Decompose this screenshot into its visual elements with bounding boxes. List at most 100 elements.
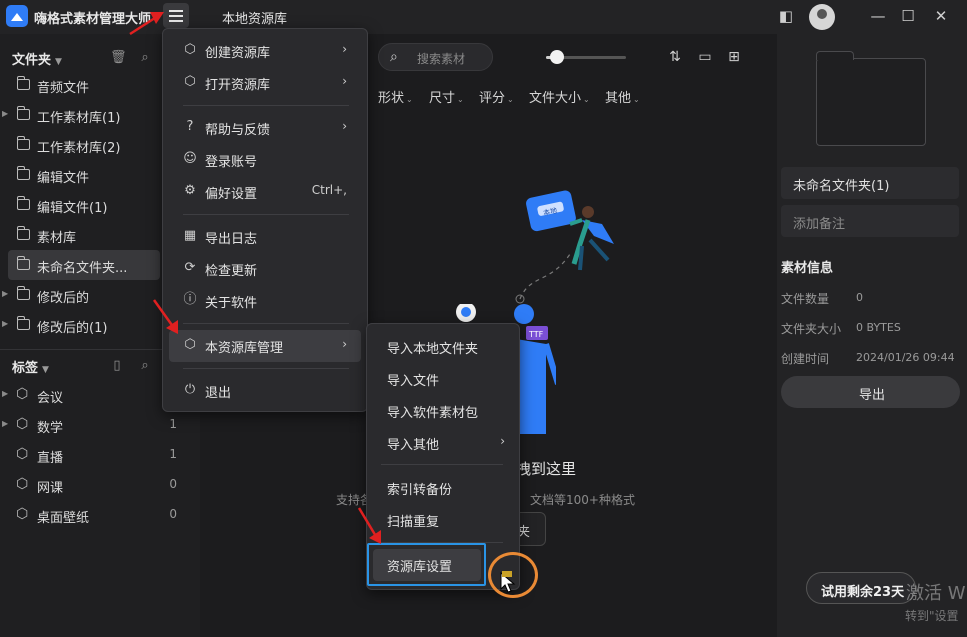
folder-name-value: 未命名文件夹(1) (793, 179, 890, 194)
tag-label: 数学 (37, 421, 64, 436)
search-icon[interactable]: ⌕ (138, 359, 152, 373)
menu-item[interactable]: ⟳ 检查更新 (169, 253, 361, 285)
chevron-right-icon: › (342, 42, 347, 56)
filter-dropdown[interactable]: 形状 ⌄ (378, 87, 413, 106)
cube-icon: ⬡ (184, 74, 196, 89)
menu-item[interactable]: ⓘ 关于软件 (169, 285, 361, 317)
tag-item[interactable]: ▶ ⬡ 数学 1 (0, 410, 185, 440)
search-icon[interactable]: ⌕ (138, 51, 152, 65)
chevron-down-icon: ⌄ (633, 95, 640, 104)
tags-header[interactable]: 标签 ▼ (12, 357, 49, 376)
tag-label: 会议 (37, 391, 64, 406)
submenu-item-label: 导入文件 (387, 374, 440, 389)
info-title: 素材信息 (781, 261, 834, 276)
grid-layout-icon[interactable]: ⊞ (725, 48, 743, 66)
cursor-marker (502, 571, 512, 577)
hamburger-line-icon (169, 20, 183, 22)
info-value: 0 (856, 291, 863, 304)
menu-item[interactable]: ▦ 导出日志 (169, 221, 361, 253)
folder-name-field[interactable]: 未命名文件夹(1) (781, 167, 959, 199)
tag-icon: ⬡ (16, 386, 29, 402)
tag-icon: ⬡ (16, 506, 29, 522)
trash-icon[interactable]: 🗑 (110, 51, 127, 65)
info-key: 文件数量 (781, 292, 830, 306)
submenu-item[interactable]: 扫描重复 (373, 504, 481, 536)
folder-icon (17, 226, 30, 240)
menu-item[interactable]: ⬡ 创建资源库 › (169, 35, 361, 67)
sort-icon[interactable]: ⇅ (666, 48, 684, 66)
annotation-highlight-box (367, 543, 486, 586)
bookmark-icon[interactable]: ▯ (110, 359, 124, 373)
submenu-item[interactable]: 索引转备份 (373, 472, 481, 504)
chevron-right-icon: › (500, 434, 505, 448)
menu-item[interactable]: ⬡ 本资源库管理 › (169, 330, 361, 362)
menu-divider (183, 368, 349, 369)
filter-label: 文件大小 (529, 91, 582, 106)
expand-arrow-icon[interactable]: ▶ (2, 319, 8, 328)
submenu-item-label: 导入本地文件夹 (387, 342, 479, 357)
tag-item[interactable]: ⬡ 网课 0 (0, 470, 185, 500)
zoom-slider-knob[interactable] (550, 50, 564, 64)
menu-item[interactable]: ☺ 登录账号 (169, 144, 361, 176)
tag-icon: ⬡ (16, 476, 29, 492)
avatar[interactable] (809, 4, 835, 30)
tag-item[interactable]: ⬡ 直播 1 (0, 440, 185, 470)
folder-label: 修改后的(1) (37, 321, 108, 336)
menu-item[interactable]: ⬡ 打开资源库 › (169, 67, 361, 99)
submenu-item[interactable]: 导入本地文件夹 (373, 331, 481, 363)
annotation-arrow-icon (129, 12, 164, 36)
folder-label: 音频文件 (37, 81, 90, 96)
submenu-item[interactable]: 导入文件 (373, 363, 481, 395)
note-placeholder: 添加备注 (793, 217, 846, 232)
expand-arrow-icon[interactable]: ▶ (2, 389, 8, 398)
info-value: 0 BYTES (856, 321, 901, 334)
search-icon: ⌕ (390, 49, 398, 65)
folder-item[interactable]: 未命名文件夹... (8, 250, 160, 280)
maximize-icon[interactable]: ☐ (897, 6, 919, 26)
export-button[interactable]: 导出 (781, 376, 960, 408)
chevron-right-icon: › (342, 74, 347, 88)
expand-arrow-icon[interactable]: ▶ (2, 109, 8, 118)
chevron-down-icon: ⌄ (583, 95, 590, 104)
info-icon: ⓘ (183, 292, 197, 307)
sidebar-toggle-icon[interactable]: ◧ (775, 6, 797, 26)
folders-header[interactable]: 文件夹 ▼ (12, 49, 62, 68)
chevron-down-icon: ⌄ (457, 95, 464, 104)
menu-item[interactable]: ⏻ 退出 (169, 375, 361, 407)
expand-arrow-icon[interactable]: ▶ (2, 289, 8, 298)
chevron-down-icon: ⌄ (507, 95, 514, 104)
empty-subtitle-right: 文档等100+种格式 (530, 493, 635, 507)
tag-item[interactable]: ⬡ 桌面壁纸 0 (0, 500, 185, 530)
menu-divider (381, 464, 503, 465)
exit-icon: ⏻ (184, 382, 196, 397)
folder-icon (17, 316, 30, 330)
info-key: 文件夹大小 (781, 322, 842, 336)
tag-label: 网课 (37, 481, 64, 496)
submenu-item-label: 导入其他 (387, 438, 440, 453)
expand-arrow-icon[interactable]: ▶ (2, 419, 8, 428)
cube-icon: ⬡ (184, 42, 196, 57)
filter-dropdown[interactable]: 文件大小 ⌄ (529, 87, 590, 106)
folder-label: 工作素材库(1) (37, 111, 121, 126)
calendar-icon: ▦ (183, 228, 197, 243)
submenu-item[interactable]: 导入其他 › (373, 427, 505, 459)
tag-item[interactable]: ▶ ⬡ 会议 (0, 380, 185, 410)
empty-title: 拽到这里 (516, 460, 577, 478)
filter-label: 尺寸 (429, 91, 456, 106)
filter-dropdown[interactable]: 其他 ⌄ (605, 87, 640, 106)
filter-dropdown[interactable]: 尺寸 ⌄ (429, 87, 464, 106)
folder-label: 修改后的 (37, 291, 90, 306)
close-icon[interactable]: ✕ (930, 6, 952, 26)
trial-badge[interactable]: 试用剩余23天 (806, 572, 916, 604)
note-field[interactable]: 添加备注 (781, 205, 959, 237)
minimize-icon[interactable]: — (867, 6, 889, 26)
tag-count: 0 (169, 507, 177, 521)
menu-item[interactable]: ? 帮助与反馈 › (169, 112, 361, 144)
menu-shortcut: Ctrl+, (311, 183, 347, 197)
info-value: 2024/01/26 09:44 (856, 351, 955, 364)
monitor-icon[interactable]: ▭ (696, 48, 714, 66)
search-input[interactable]: ⌕ 搜索素材 (378, 43, 493, 71)
filter-dropdown[interactable]: 评分 ⌄ (479, 87, 514, 106)
menu-item[interactable]: ⚙ 偏好设置 Ctrl+, (169, 176, 361, 208)
submenu-item[interactable]: 导入软件素材包 (373, 395, 481, 427)
